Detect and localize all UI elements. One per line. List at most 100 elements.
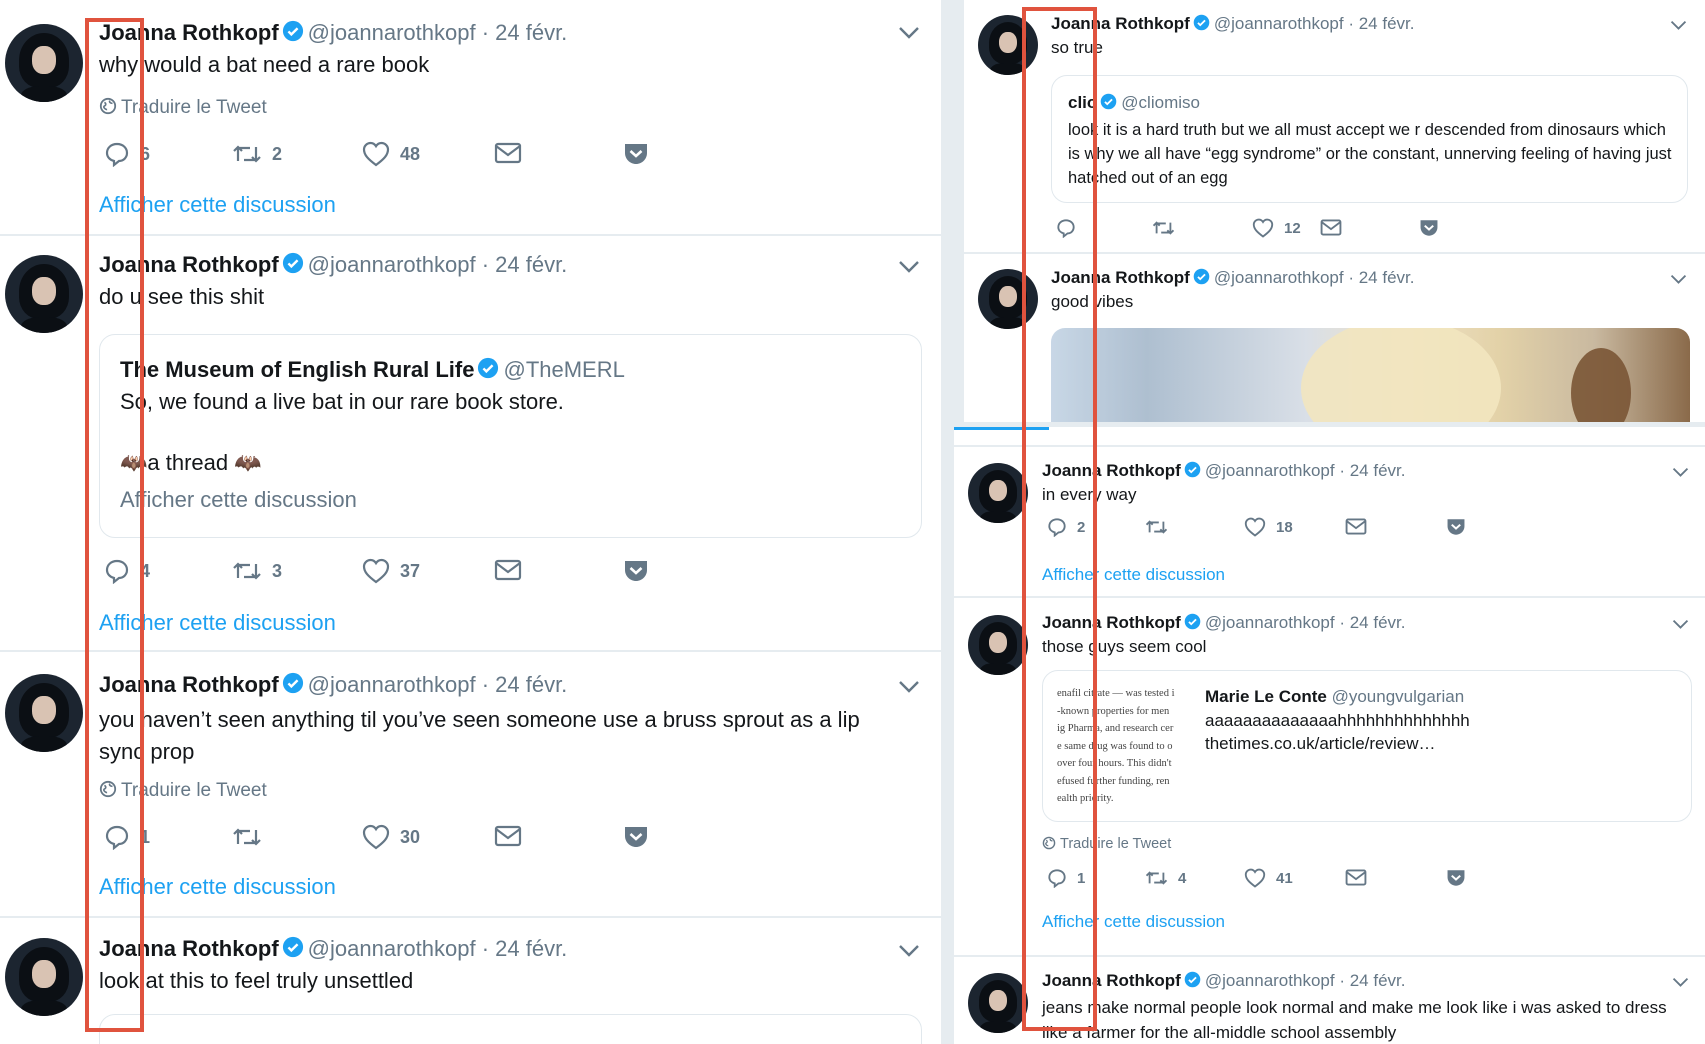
author-handle[interactable]: @joannarothkopf	[1205, 461, 1335, 480]
heart-icon	[1252, 218, 1274, 238]
retweet-icon	[1152, 221, 1175, 235]
author-handle[interactable]: @joannarothkopf	[1205, 971, 1335, 990]
verified-badge-icon	[282, 936, 304, 964]
retweet-icon	[233, 562, 261, 580]
retweet-button[interactable]: 4	[1145, 868, 1186, 888]
like-button[interactable]: 37	[362, 558, 420, 584]
like-button[interactable]: 30	[362, 824, 420, 850]
tweet-date[interactable]: 24 févr.	[1350, 971, 1406, 990]
like-button[interactable]: 18	[1244, 517, 1293, 537]
chevron-down-icon[interactable]	[1670, 272, 1687, 290]
pocket-button[interactable]	[1445, 868, 1467, 888]
tweet-actions: 1 30	[104, 824, 664, 852]
direct-message-button[interactable]	[494, 824, 522, 848]
quoted-author-name: The Museum of English Rural Life	[120, 357, 475, 382]
link-card[interactable]: enafil citrate — was tested i -known pro…	[1042, 670, 1692, 822]
chevron-down-icon[interactable]	[898, 944, 920, 963]
avatar[interactable]	[5, 938, 83, 1016]
retweet-button[interactable]	[1152, 218, 1185, 238]
card-header: Marie Le Conte @youngvulgarian	[1205, 687, 1464, 707]
tweet-date[interactable]: 24 févr.	[1350, 461, 1406, 480]
author-handle[interactable]: @joannarothkopf	[1205, 613, 1335, 632]
avatar[interactable]	[5, 674, 83, 752]
tweet-date[interactable]: 24 févr.	[495, 20, 567, 45]
tweet-actions: 12	[1056, 218, 1476, 246]
envelope-icon	[494, 142, 522, 164]
verified-badge-icon	[1184, 613, 1201, 635]
quoted-tweet-text: look it is a hard truth but we all must …	[1068, 121, 1672, 187]
chevron-down-icon[interactable]	[898, 680, 920, 699]
pocket-icon	[1447, 870, 1465, 886]
tweet-actions: 6 2 48	[104, 141, 664, 169]
like-button[interactable]: 12	[1252, 218, 1301, 238]
direct-message-button[interactable]	[1320, 218, 1342, 237]
retweet-button[interactable]	[232, 824, 272, 850]
author-handle[interactable]: @joannarothkopf	[1214, 14, 1344, 33]
envelope-icon	[1320, 219, 1342, 236]
tweet-date[interactable]: 24 févr.	[1359, 14, 1415, 33]
retweet-button[interactable]: 2	[232, 141, 282, 167]
heart-icon	[362, 558, 390, 584]
direct-message-button[interactable]	[1345, 517, 1367, 536]
pocket-icon	[625, 561, 647, 581]
avatar[interactable]	[5, 24, 83, 102]
pocket-button[interactable]	[622, 824, 650, 850]
author-handle[interactable]: @joannarothkopf	[1214, 268, 1344, 287]
tweet-date[interactable]: 24 févr.	[1350, 613, 1406, 632]
retweet-icon	[233, 828, 261, 846]
tweet-header: Joanna Rothkopf @joannarothkopf · 24 févr…	[1051, 14, 1414, 36]
avatar[interactable]	[968, 463, 1028, 523]
chevron-down-icon[interactable]	[898, 260, 920, 279]
retweet-button[interactable]: 3	[232, 558, 282, 584]
pocket-button[interactable]	[622, 558, 650, 584]
chevron-down-icon[interactable]	[1672, 975, 1689, 993]
direct-message-button[interactable]	[494, 141, 522, 165]
pocket-button[interactable]	[622, 141, 650, 167]
pocket-button[interactable]	[1418, 218, 1440, 238]
tweet-header: Joanna Rothkopf @joannarothkopf · 24 févr…	[99, 20, 567, 48]
card-text: aaaaaaaaaaaaaahhhhhhhhhhhhhh	[1205, 711, 1470, 730]
tweet-date[interactable]: 24 févr.	[1359, 268, 1415, 287]
envelope-icon	[494, 559, 522, 581]
like-button[interactable]: 48	[362, 141, 420, 167]
author-handle[interactable]: @joannarothkopf	[308, 936, 476, 961]
author-handle[interactable]: @joannarothkopf	[308, 252, 476, 277]
direct-message-button[interactable]	[1345, 868, 1367, 887]
quoted-tweet[interactable]: The Museum of English Rural Life @TheMERL…	[99, 334, 922, 538]
tweet-date[interactable]: 24 févr.	[495, 252, 567, 277]
avatar[interactable]	[5, 255, 83, 333]
media-preview[interactable]	[99, 1014, 922, 1044]
tweet-actions: 1 4 41	[1047, 868, 1467, 896]
quoted-author-handle: @TheMERL	[503, 357, 625, 382]
avatar[interactable]	[968, 973, 1028, 1033]
quoted-show-thread[interactable]: Afficher cette discussion	[120, 487, 357, 513]
chevron-down-icon[interactable]	[1672, 617, 1689, 635]
like-button[interactable]: 41	[1244, 868, 1293, 888]
envelope-icon	[1345, 869, 1367, 886]
tweet-photo[interactable]	[1051, 328, 1690, 422]
chevron-down-icon[interactable]	[898, 26, 920, 45]
verified-badge-icon	[1193, 268, 1210, 290]
author-handle[interactable]: @joannarothkopf	[308, 20, 476, 45]
chevron-down-icon[interactable]	[1670, 18, 1687, 36]
avatar[interactable]	[968, 615, 1028, 675]
quoted-tweet[interactable]: clio @cliomiso look it is a hard truth bu…	[1051, 75, 1688, 203]
pocket-button[interactable]	[1445, 517, 1467, 537]
direct-message-button[interactable]	[494, 558, 522, 582]
card-author-handle: @youngvulgarian	[1331, 687, 1465, 706]
tweet-actions: 2 18	[1047, 517, 1467, 545]
retweet-icon	[1145, 520, 1168, 534]
card-link[interactable]: thetimes.co.uk/article/review…	[1205, 734, 1436, 754]
tweet-date[interactable]: 24 févr.	[495, 672, 567, 697]
heart-icon	[362, 141, 390, 167]
tweet-date[interactable]: 24 févr.	[495, 936, 567, 961]
chevron-down-icon[interactable]	[1672, 465, 1689, 483]
tweet-header: Joanna Rothkopf @joannarothkopf · 24 févr…	[1051, 268, 1414, 290]
retweet-button[interactable]	[1145, 517, 1178, 537]
tweet-text: jeans make normal people look normal and…	[1042, 998, 1667, 1042]
tweet-text: look at this to feel truly unsettled	[99, 968, 414, 993]
author-handle[interactable]: @joannarothkopf	[308, 672, 476, 697]
verified-badge-icon	[1100, 93, 1117, 115]
quoted-tweet-header: The Museum of English Rural Life @TheMERL	[120, 357, 625, 385]
photo-detail	[1571, 348, 1631, 422]
